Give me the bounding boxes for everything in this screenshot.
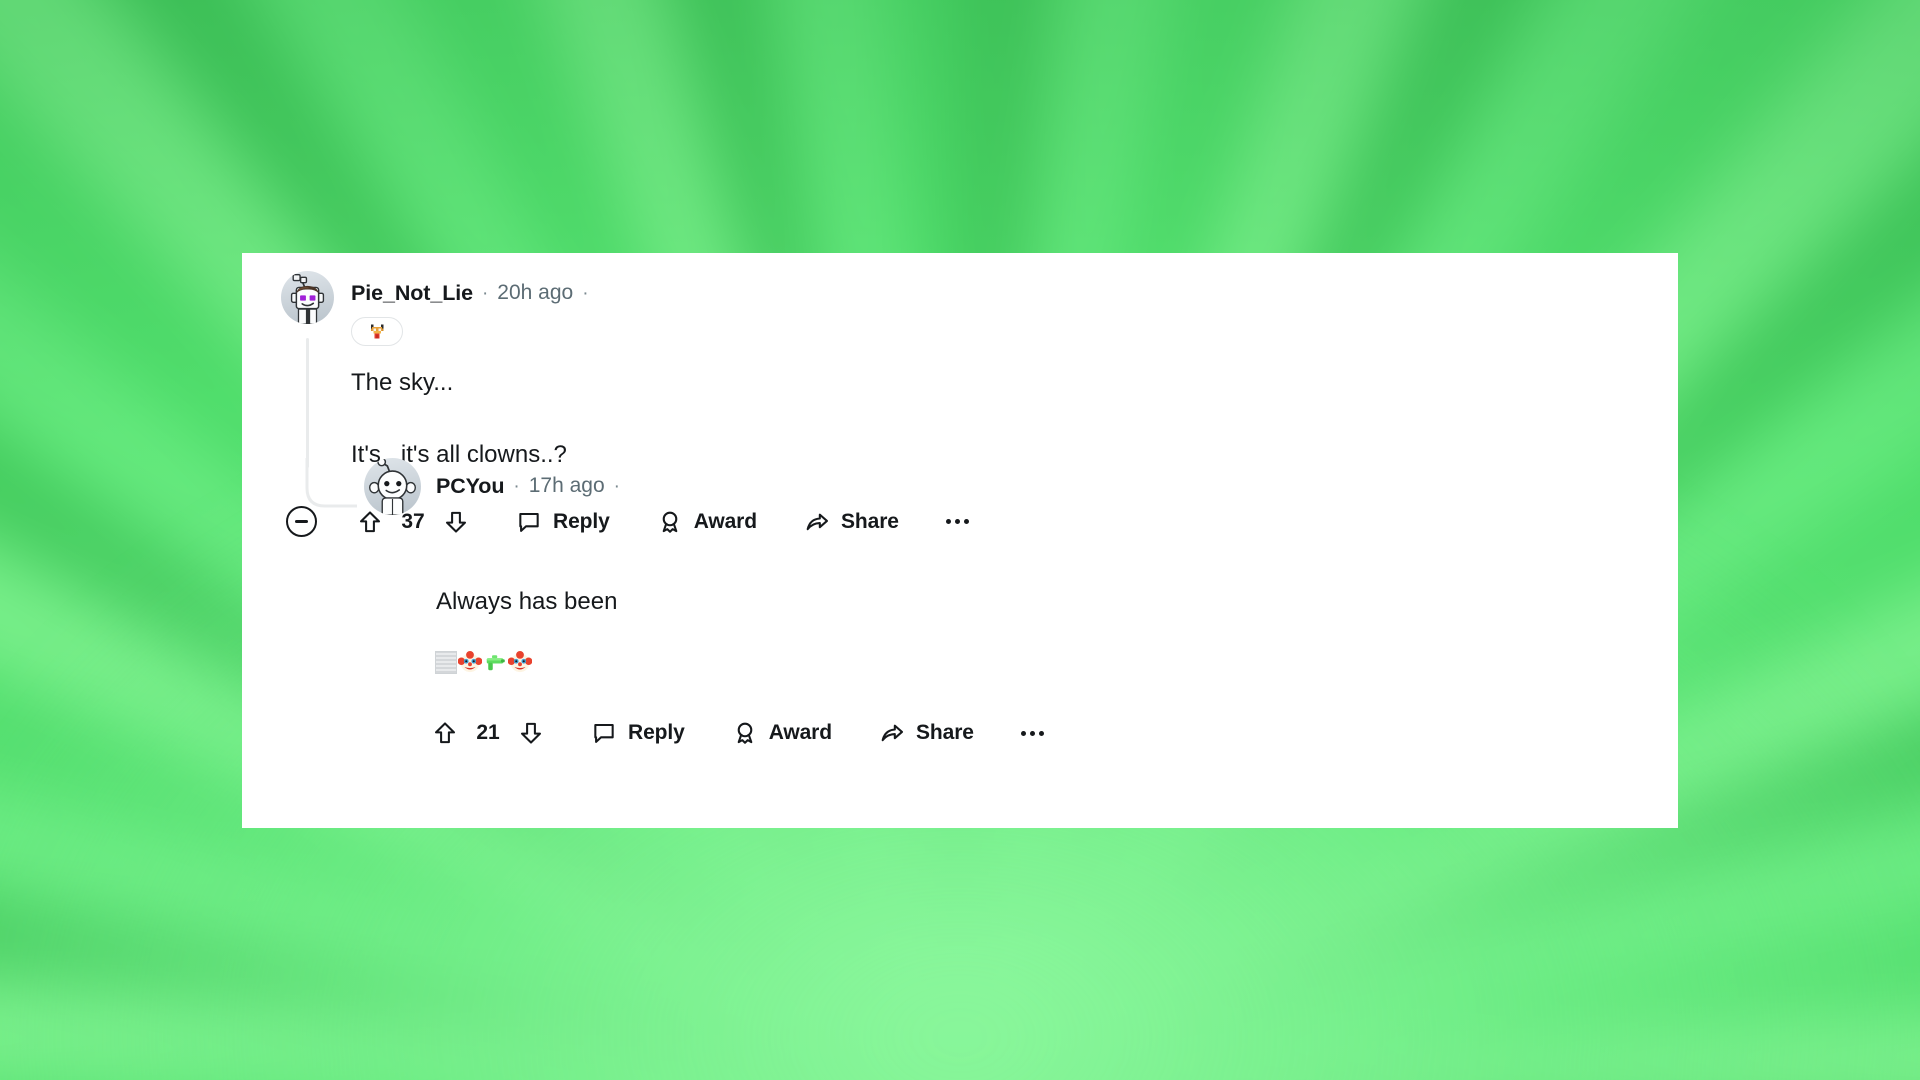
dot-glyph (1038, 730, 1044, 736)
more-options-button[interactable] (945, 519, 969, 524)
share-label: Share (841, 509, 899, 533)
share-button[interactable]: Share (804, 509, 899, 535)
comment-body-line: Always has been (436, 588, 618, 615)
award-button[interactable]: Award (732, 720, 832, 746)
snoo-avatar-default-white-icon (369, 458, 416, 515)
reply-label: Reply (628, 721, 685, 744)
water-pistol-emoji-icon (486, 655, 505, 671)
downvote-arrow-icon (520, 722, 542, 744)
vote-score: 21 (476, 721, 500, 744)
minecraft-fox-head-emoji-icon (370, 324, 384, 338)
thread-line-parent (306, 338, 309, 456)
comment-emoji-row (435, 650, 532, 674)
meta-separator-dot: · (513, 475, 520, 497)
snoo-avatar-brown-hair-icon (290, 274, 325, 324)
avatar-pie-not-lie[interactable] (281, 271, 334, 324)
comment-card: Pie_Not_Lie · 20h ago · The sky... It's.… (242, 253, 1678, 828)
comment-timestamp: 17h ago (528, 474, 605, 497)
vote-score: 37 (401, 509, 425, 533)
downvote-button[interactable] (518, 720, 544, 746)
reply-label: Reply (553, 509, 610, 533)
dot-glyph (1020, 730, 1026, 736)
award-ribbon-icon (662, 511, 678, 533)
upvote-arrow-icon (359, 510, 381, 532)
award-ribbon-icon (737, 722, 753, 744)
clown-face-emoji-icon (458, 650, 482, 673)
clown-face-emoji-icon (508, 650, 532, 673)
downvote-button[interactable] (443, 509, 469, 535)
upvote-arrow-icon (434, 722, 456, 744)
dot-glyph (963, 519, 969, 524)
share-arrow-icon (806, 513, 828, 530)
user-flair-badge[interactable] (351, 317, 403, 346)
dot-glyph (1029, 730, 1035, 736)
share-label: Share (916, 721, 974, 744)
comment-meta-reply: PCYou · 17h ago · (436, 473, 620, 499)
dot-glyph (954, 519, 960, 524)
comment-meta-parent: Pie_Not_Lie · 20h ago · (351, 280, 589, 306)
collapse-thread-button[interactable] (286, 506, 317, 537)
upvote-button[interactable] (432, 720, 458, 746)
more-options-button[interactable] (1020, 730, 1044, 736)
share-button[interactable]: Share (879, 720, 974, 746)
comment-body-line: The sky... (351, 369, 454, 396)
upvote-button[interactable] (357, 509, 383, 535)
reply-button[interactable]: Reply (591, 720, 685, 746)
username-link[interactable]: PCYou (436, 474, 504, 499)
award-label: Award (693, 509, 757, 533)
avatar-pcyou[interactable] (364, 458, 421, 515)
award-label: Award (768, 721, 832, 744)
share-arrow-icon (881, 724, 903, 742)
comment-action-bar-reply: 21 Reply Award Share (432, 720, 1044, 746)
speech-bubble-icon (594, 723, 614, 743)
reply-button[interactable]: Reply (516, 509, 610, 535)
minus-icon (295, 520, 308, 523)
dot-glyph (945, 519, 951, 524)
meta-trailing-dot: · (582, 282, 589, 304)
meta-trailing-dot: · (613, 475, 620, 497)
missing-glyph-box-icon (435, 650, 457, 674)
downvote-arrow-icon (445, 511, 467, 533)
speech-bubble-icon (519, 512, 539, 532)
comment-timestamp: 20h ago (497, 281, 574, 304)
meta-separator-dot: · (481, 282, 489, 304)
award-button[interactable]: Award (657, 509, 757, 535)
username-link[interactable]: Pie_Not_Lie (351, 281, 473, 306)
